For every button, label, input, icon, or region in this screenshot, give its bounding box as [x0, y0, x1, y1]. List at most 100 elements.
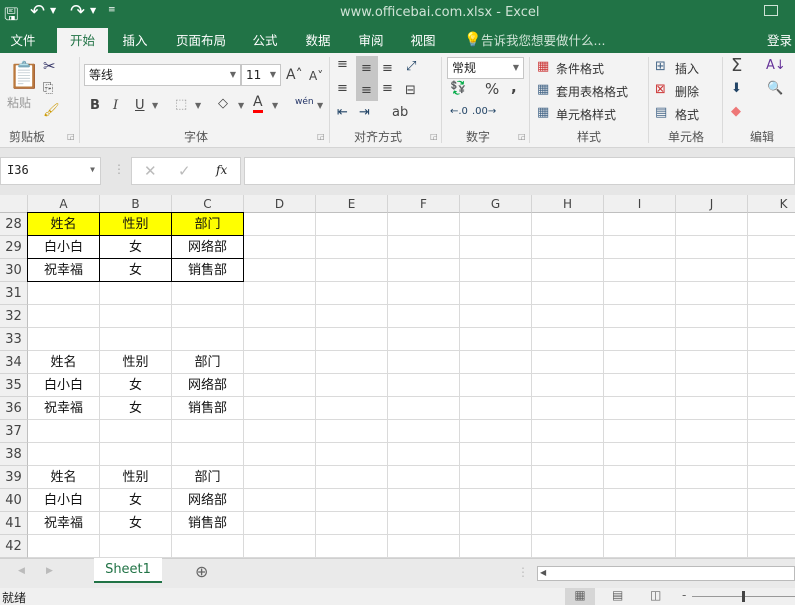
cell-J37[interactable] [676, 420, 748, 443]
cell-K34[interactable] [748, 351, 795, 374]
phonetic-guide-button[interactable]: wén [295, 97, 314, 107]
zoom-slider-thumb[interactable] [742, 591, 745, 602]
wrap-text-icon[interactable]: ab [392, 105, 408, 120]
cell-E31[interactable] [316, 282, 388, 305]
cell-C34[interactable]: 部门 [172, 351, 244, 374]
redo-dropdown-icon[interactable]: ▼ [90, 6, 96, 15]
increase-decimal-icon[interactable]: ←.0 [450, 106, 468, 117]
decrease-decimal-icon[interactable]: .00→ [472, 106, 496, 117]
cell-A40[interactable]: 白小白 [28, 489, 100, 512]
cell-K38[interactable] [748, 443, 795, 466]
select-all-button[interactable] [0, 195, 28, 213]
cell-B41[interactable]: 女 [100, 512, 172, 535]
cell-K39[interactable] [748, 466, 795, 489]
underline-dropdown-icon[interactable]: ▼ [152, 101, 158, 110]
undo-dropdown-icon[interactable]: ▼ [50, 6, 56, 15]
scroll-left-icon[interactable]: ◀ [540, 568, 546, 577]
cell-G30[interactable] [460, 259, 532, 282]
format-cells-icon[interactable]: ▤ [655, 105, 667, 120]
cell-H28[interactable] [532, 213, 604, 236]
cell-I33[interactable] [604, 328, 676, 351]
cell-A37[interactable] [28, 420, 100, 443]
cell-D30[interactable] [244, 259, 316, 282]
cell-E38[interactable] [316, 443, 388, 466]
cell-C37[interactable] [172, 420, 244, 443]
cell-C28[interactable]: 部门 [171, 212, 244, 236]
cell-J42[interactable] [676, 535, 748, 558]
cell-I35[interactable] [604, 374, 676, 397]
cell-A29[interactable]: 白小白 [27, 235, 100, 259]
cell-K28[interactable] [748, 213, 795, 236]
cell-A35[interactable]: 白小白 [28, 374, 100, 397]
cell-D41[interactable] [244, 512, 316, 535]
cell-F40[interactable] [388, 489, 460, 512]
row-header-41[interactable]: 41 [0, 512, 28, 535]
cell-B30[interactable]: 女 [99, 258, 172, 282]
cell-F31[interactable] [388, 282, 460, 305]
cell-G34[interactable] [460, 351, 532, 374]
find-select-icon[interactable]: 🔍 [767, 81, 783, 96]
cell-D38[interactable] [244, 443, 316, 466]
cell-C35[interactable]: 网络部 [172, 374, 244, 397]
cell-G33[interactable] [460, 328, 532, 351]
cell-J40[interactable] [676, 489, 748, 512]
horizontal-scrollbar[interactable]: ◀ [537, 566, 795, 581]
cell-J31[interactable] [676, 282, 748, 305]
column-header-E[interactable]: E [316, 195, 388, 213]
cell-G42[interactable] [460, 535, 532, 558]
cell-F33[interactable] [388, 328, 460, 351]
cell-A41[interactable]: 祝幸福 [28, 512, 100, 535]
cell-H32[interactable] [532, 305, 604, 328]
insert-cells-button[interactable]: 插入 [675, 60, 699, 77]
name-box[interactable]: I36▼ [0, 157, 101, 185]
cell-F36[interactable] [388, 397, 460, 420]
tab-page-layout[interactable]: 页面布局 [170, 28, 232, 53]
row-header-42[interactable]: 42 [0, 535, 28, 558]
phonetic-dropdown-icon[interactable]: ▼ [317, 101, 323, 110]
cell-K36[interactable] [748, 397, 795, 420]
conditional-format-button[interactable]: 条件格式 [556, 60, 604, 77]
cell-J35[interactable] [676, 374, 748, 397]
format-painter-icon[interactable]: 🖌 [43, 103, 60, 118]
row-header-38[interactable]: 38 [0, 443, 28, 466]
cell-C36[interactable]: 销售部 [172, 397, 244, 420]
scroll-sheets-left-icon[interactable]: ◀ [18, 566, 25, 576]
cell-G29[interactable] [460, 236, 532, 259]
cell-G31[interactable] [460, 282, 532, 305]
cell-C29[interactable]: 网络部 [171, 235, 244, 259]
cell-B32[interactable] [100, 305, 172, 328]
column-header-D[interactable]: D [244, 195, 316, 213]
cell-J41[interactable] [676, 512, 748, 535]
cell-B34[interactable]: 性别 [100, 351, 172, 374]
paste-button[interactable]: 粘贴 [7, 94, 31, 111]
cell-J30[interactable] [676, 259, 748, 282]
fill-color-dropdown-icon[interactable]: ▼ [238, 101, 244, 110]
tab-view[interactable]: 视图 [402, 28, 444, 53]
cancel-icon[interactable]: ✕ [144, 162, 157, 180]
cell-A38[interactable] [28, 443, 100, 466]
cell-A32[interactable] [28, 305, 100, 328]
cell-K37[interactable] [748, 420, 795, 443]
cell-B42[interactable] [100, 535, 172, 558]
column-header-H[interactable]: H [532, 195, 604, 213]
cell-F32[interactable] [388, 305, 460, 328]
cell-C39[interactable]: 部门 [172, 466, 244, 489]
cell-B35[interactable]: 女 [100, 374, 172, 397]
conditional-format-icon[interactable]: ▦ [537, 59, 549, 74]
cell-K33[interactable] [748, 328, 795, 351]
cell-G41[interactable] [460, 512, 532, 535]
row-header-35[interactable]: 35 [0, 374, 28, 397]
row-header-40[interactable]: 40 [0, 489, 28, 512]
cell-C41[interactable]: 销售部 [172, 512, 244, 535]
delete-cells-button[interactable]: 删除 [675, 83, 699, 100]
font-name-select[interactable]: 等线▼ [84, 64, 241, 86]
cell-G38[interactable] [460, 443, 532, 466]
page-break-view-icon[interactable]: ◫ [650, 588, 661, 602]
tab-review[interactable]: 审阅 [350, 28, 392, 53]
cell-D34[interactable] [244, 351, 316, 374]
cell-E39[interactable] [316, 466, 388, 489]
normal-view-icon[interactable]: ▦ [565, 588, 595, 605]
alignment-launcher-icon[interactable]: ◲ [430, 132, 438, 141]
cell-E36[interactable] [316, 397, 388, 420]
customize-qat-icon[interactable]: ≡ [108, 5, 116, 15]
